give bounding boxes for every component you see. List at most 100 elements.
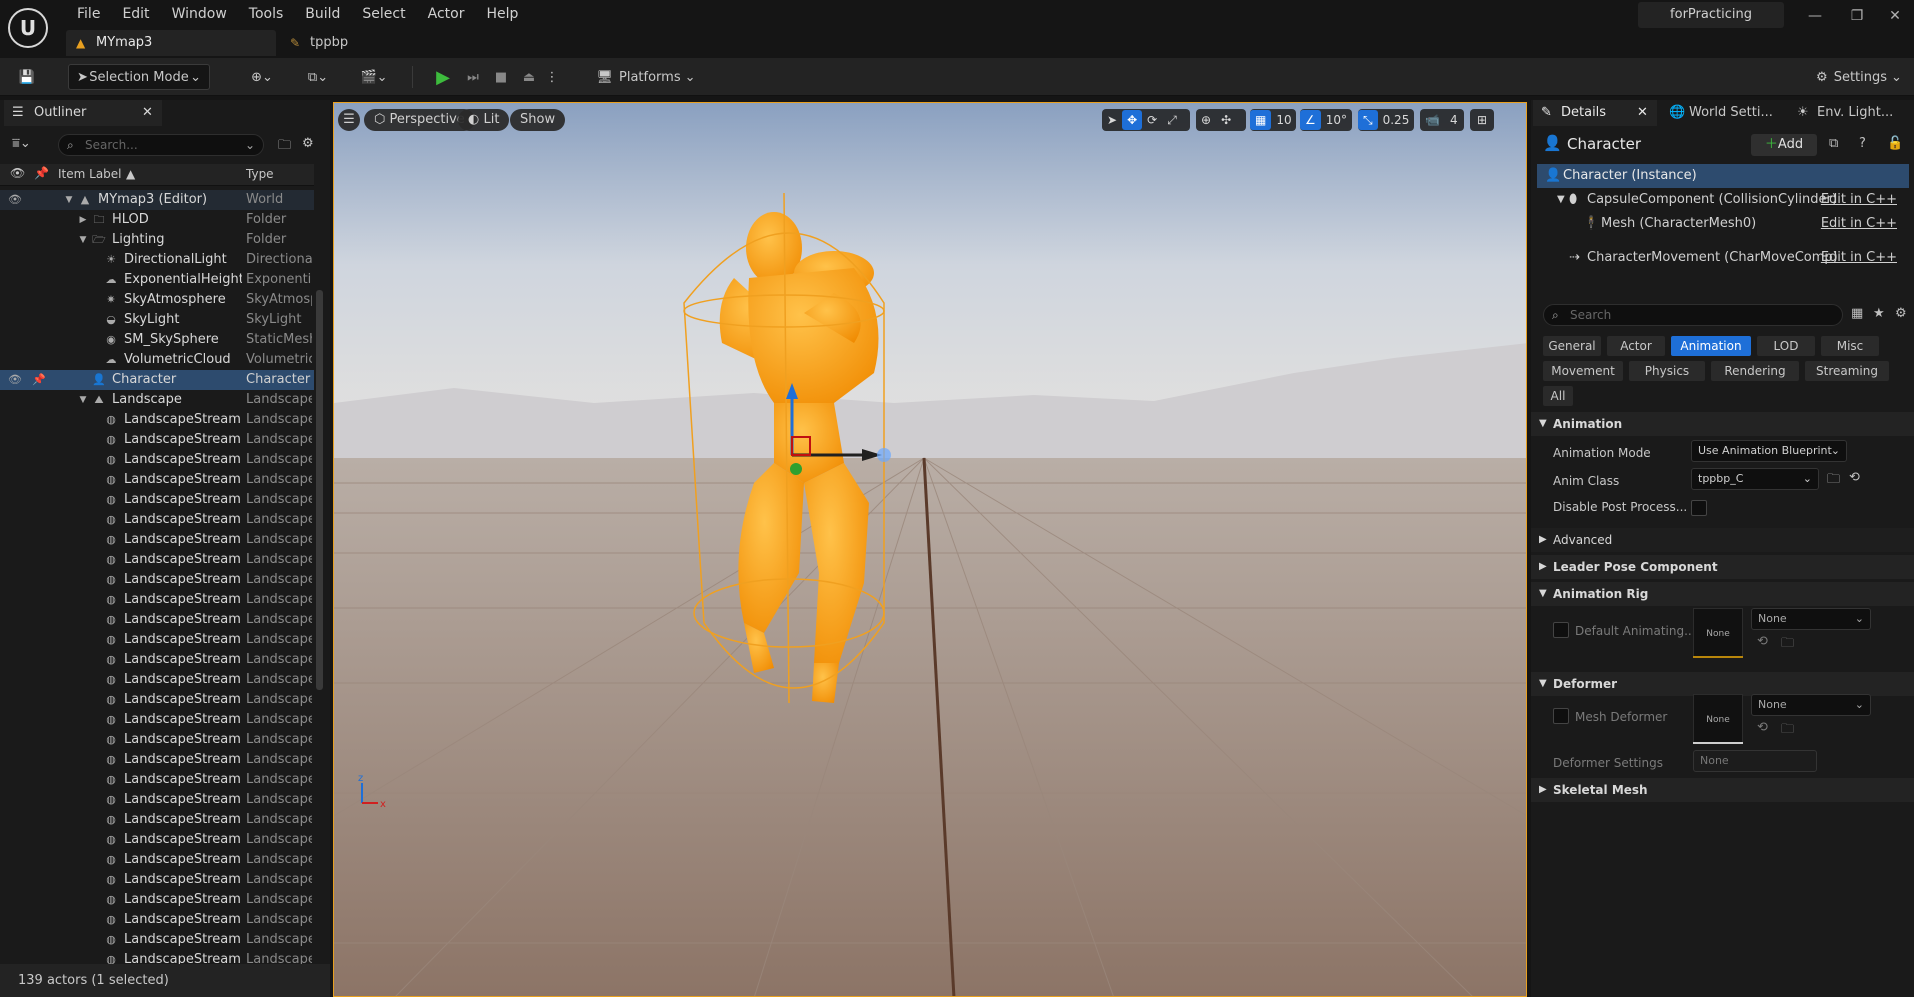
outliner-row-sky-light[interactable]: ◒ SkyLight SkyLight bbox=[0, 310, 314, 330]
section-animation-rig[interactable]: ▼ Animation Rig bbox=[1531, 582, 1914, 606]
filter-movement[interactable]: Movement bbox=[1543, 361, 1623, 381]
section-leader-pose[interactable]: ▶ Leader Pose Component bbox=[1531, 555, 1914, 579]
show-button[interactable]: Show bbox=[510, 109, 566, 131]
section-skeletal-mesh[interactable]: ▶ Skeletal Mesh bbox=[1531, 778, 1914, 802]
filter-general[interactable]: General bbox=[1543, 336, 1601, 356]
edit-in-cpp-link[interactable]: Edit in C++ bbox=[1821, 188, 1897, 212]
chevron-down-icon[interactable]: ▼ bbox=[62, 190, 76, 210]
component-character-movement[interactable]: ⇢ CharacterMovement (CharMoveComp) Edit … bbox=[1537, 246, 1909, 270]
animation-mode-dropdown[interactable]: Use Animation Blueprint ⌄ bbox=[1691, 440, 1847, 462]
menu-window[interactable]: Window bbox=[161, 4, 238, 24]
browse-asset-icon[interactable]: 🗀 bbox=[1781, 634, 1794, 656]
deformer-thumbnail[interactable]: None bbox=[1693, 694, 1743, 744]
eye-icon[interactable]: 👁 bbox=[10, 166, 25, 180]
outliner-row-world[interactable]: 👁 ▼ ▲ MYmap3 (Editor) World bbox=[0, 190, 314, 210]
outliner-row-landscape-streaming[interactable]: ◍ LandscapeStreaminc Landscape! bbox=[0, 730, 314, 750]
outliner-row-landscape-streaming[interactable]: ◍ LandscapeStreaminc Landscape! bbox=[0, 810, 314, 830]
outliner-row-lighting[interactable]: ▼ 🗁 Lighting Folder bbox=[0, 230, 314, 250]
table-view-icon[interactable]: ▦ bbox=[1851, 306, 1863, 321]
outliner-row-landscape-streaming[interactable]: ◍ LandscapeStreaminc Landscape! bbox=[0, 530, 314, 550]
help-icon[interactable]: ? bbox=[1859, 136, 1866, 151]
layout-icon[interactable]: ⊞ bbox=[1470, 109, 1494, 131]
outliner-row-height-fog[interactable]: ☁ ExponentialHeightFo Exponential bbox=[0, 270, 314, 290]
unreal-logo-icon[interactable]: U bbox=[8, 8, 48, 48]
default-animating-checkbox[interactable] bbox=[1553, 622, 1569, 638]
settings-dropdown[interactable]: ⚙ Settings ⌄ bbox=[1812, 64, 1906, 90]
gear-icon[interactable]: ⚙ bbox=[302, 136, 314, 151]
outliner-row-landscape-streaming[interactable]: ◍ LandscapeStreaminc Landscape! bbox=[0, 750, 314, 770]
disable-post-process-checkbox[interactable] bbox=[1691, 500, 1707, 516]
gear-icon[interactable]: ⚙ bbox=[1895, 306, 1907, 321]
tab-details[interactable]: ✎ Details ✕ bbox=[1533, 100, 1657, 126]
scale-snap[interactable]: ⤡ 0.25 bbox=[1358, 109, 1414, 131]
outliner-row-landscape-streaming[interactable]: ◍ LandscapeStreaminc Landscape! bbox=[0, 490, 314, 510]
outliner-row-landscape-streaming[interactable]: ◍ LandscapeStreaminc Landscape! bbox=[0, 590, 314, 610]
move-tool-icon[interactable]: ✥ bbox=[1122, 110, 1143, 130]
menu-select[interactable]: Select bbox=[351, 4, 416, 24]
component-capsule[interactable]: ▼ ⬮ CapsuleComponent (CollisionCylinder)… bbox=[1537, 188, 1909, 212]
rotate-tool-icon[interactable]: ⟳ bbox=[1142, 113, 1162, 127]
grid-snap[interactable]: ▦ 10 bbox=[1250, 109, 1296, 131]
component-character-instance[interactable]: 👤 Character (Instance) bbox=[1537, 164, 1909, 188]
outliner-row-landscape-streaming[interactable]: ◍ LandscapeStreaminc Landscape! bbox=[0, 710, 314, 730]
outliner-row-landscape-streaming[interactable]: ◍ LandscapeStreaminc Landscape! bbox=[0, 430, 314, 450]
add-component-button[interactable]: ＋Add bbox=[1751, 134, 1817, 156]
scale-tool-icon[interactable]: ⤢ bbox=[1162, 113, 1182, 128]
lock-icon[interactable]: 🔓 bbox=[1887, 136, 1903, 151]
rig-dropdown[interactable]: None ⌄ bbox=[1751, 608, 1871, 630]
outliner-row-landscape-streaming[interactable]: ◍ LandscapeStreaminc Landscape! bbox=[0, 770, 314, 790]
tab-world-settings[interactable]: 🌐 World Setti... bbox=[1661, 100, 1785, 126]
outliner-row-landscape-streaming[interactable]: ◍ LandscapeStreaminc Landscape! bbox=[0, 930, 314, 950]
outliner-row-landscape-streaming[interactable]: ◍ LandscapeStreaminc Landscape! bbox=[0, 850, 314, 870]
advance-frame-icon[interactable]: ⏭ bbox=[460, 64, 486, 90]
menu-actor[interactable]: Actor bbox=[417, 4, 476, 24]
filter-lod[interactable]: LOD bbox=[1757, 336, 1815, 356]
tab-tppbp[interactable]: ✎ tppbp bbox=[280, 30, 390, 56]
column-type[interactable]: Type bbox=[246, 167, 274, 181]
minimize-icon[interactable]: — bbox=[1800, 6, 1830, 26]
outliner-row-landscape-streaming[interactable]: ◍ LandscapeStreaminc Landscape! bbox=[0, 690, 314, 710]
restore-icon[interactable]: ❐ bbox=[1842, 6, 1872, 26]
pin-icon[interactable]: 📌 bbox=[32, 370, 46, 390]
chevron-down-icon[interactable]: ▼ bbox=[76, 390, 90, 410]
use-selected-icon[interactable]: ⟲ bbox=[1757, 720, 1768, 735]
save-icon[interactable]: 💾 bbox=[14, 64, 40, 90]
outliner-row-landscape-streaming[interactable]: ◍ LandscapeStreaminc Landscape! bbox=[0, 570, 314, 590]
column-item-label[interactable]: Item Label bbox=[58, 167, 122, 181]
outliner-row-landscape-streaming[interactable]: ◍ LandscapeStreaminc Landscape! bbox=[0, 510, 314, 530]
section-animation[interactable]: ▼ Animation bbox=[1531, 412, 1914, 436]
select-tool-icon[interactable]: ➤ bbox=[1102, 113, 1122, 127]
menu-build[interactable]: Build bbox=[294, 4, 351, 24]
outliner-row-landscape-streaming[interactable]: ◍ LandscapeStreaminc Landscape! bbox=[0, 610, 314, 630]
deformer-dropdown[interactable]: None ⌄ bbox=[1751, 694, 1871, 716]
filter-all[interactable]: All bbox=[1543, 386, 1573, 406]
platforms-dropdown[interactable]: 🖥 Platforms ⌄ bbox=[596, 64, 696, 90]
add-actor-icon[interactable]: ⊕⌄ bbox=[242, 64, 282, 90]
menu-file[interactable]: File bbox=[66, 4, 111, 24]
outliner-row-landscape-streaming[interactable]: ◍ LandscapeStreaminc Landscape! bbox=[0, 650, 314, 670]
chevron-down-icon[interactable]: ▼ bbox=[76, 230, 90, 250]
visibility-icon[interactable]: 👁 bbox=[8, 370, 22, 390]
close-icon[interactable]: ✕ bbox=[142, 100, 153, 126]
blueprint-icon[interactable]: ⧉ bbox=[1829, 136, 1838, 151]
outliner-row-directional-light[interactable]: ☀ DirectionalLight DirectionalL bbox=[0, 250, 314, 270]
use-selected-icon[interactable]: ⟲ bbox=[1849, 470, 1860, 485]
section-advanced[interactable]: ▶ Advanced bbox=[1531, 528, 1914, 552]
tab-env-light[interactable]: ☀ Env. Light... bbox=[1789, 100, 1913, 126]
menu-tools[interactable]: Tools bbox=[238, 4, 295, 24]
outliner-row-landscape-streaming[interactable]: ◍ LandscapeStreaminc Landscape! bbox=[0, 910, 314, 930]
level-viewport[interactable]: z x ☰ ⬡ Perspective ◐ Lit Show ➤ ✥ ⟳ ⤢ ⊕… bbox=[333, 102, 1527, 997]
close-window-icon[interactable]: ✕ bbox=[1880, 6, 1910, 26]
details-search-input[interactable]: ⌕ Search bbox=[1543, 304, 1843, 326]
outliner-row-landscape-streaming[interactable]: ◍ LandscapeStreaminc Landscape! bbox=[0, 670, 314, 690]
edit-in-cpp-link[interactable]: Edit in C++ bbox=[1821, 212, 1897, 236]
outliner-tab[interactable]: ☰ Outliner ✕ bbox=[4, 100, 162, 126]
viewport-menu-icon[interactable]: ☰ bbox=[338, 109, 360, 131]
outliner-scrollbar[interactable] bbox=[316, 290, 323, 690]
add-folder-icon[interactable]: 🗀 bbox=[278, 136, 291, 158]
use-selected-icon[interactable]: ⟲ bbox=[1757, 634, 1768, 649]
outliner-row-landscape-streaming[interactable]: ◍ LandscapeStreaminc Landscape! bbox=[0, 790, 314, 810]
outliner-search-input[interactable]: ⌕ Search... ⌄ bbox=[58, 134, 264, 156]
outliner-row-landscape[interactable]: ▼ ⛰ Landscape Landscape bbox=[0, 390, 314, 410]
pin-icon[interactable]: 📌 bbox=[34, 166, 49, 180]
